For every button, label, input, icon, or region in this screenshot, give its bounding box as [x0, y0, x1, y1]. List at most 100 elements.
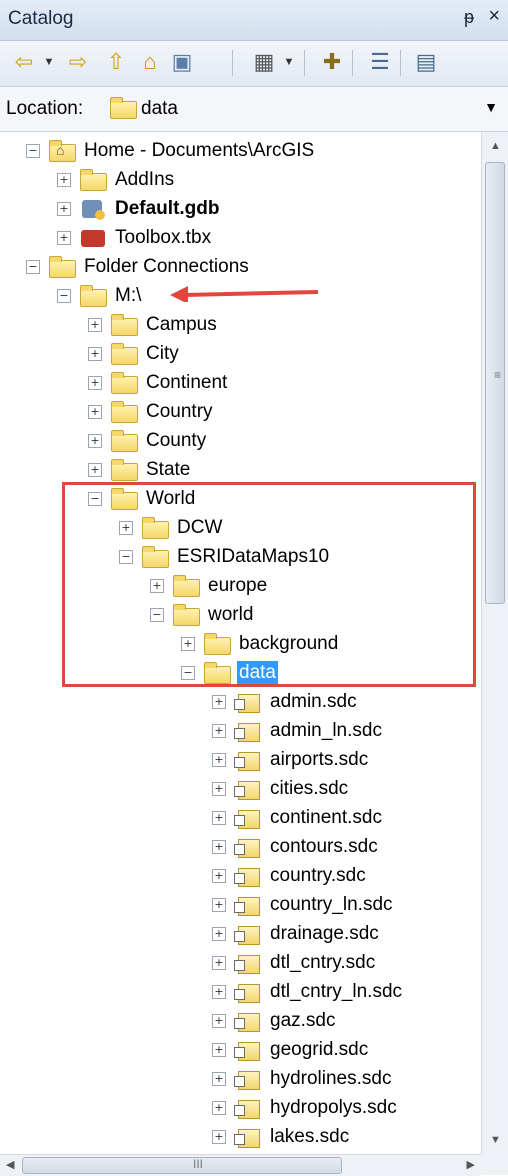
- expand-icon[interactable]: +: [57, 201, 71, 216]
- tree-node[interactable]: − M:\: [57, 281, 143, 310]
- forward-icon[interactable]: ⇨: [64, 48, 92, 76]
- expand-icon[interactable]: +: [212, 926, 226, 941]
- tree-view-icon[interactable]: ☰: [366, 48, 394, 76]
- tree-node[interactable]: + City: [88, 339, 181, 368]
- tree-node[interactable]: + Continent: [88, 368, 229, 397]
- tree-node[interactable]: + AddIns: [57, 165, 176, 194]
- expand-icon[interactable]: +: [88, 346, 102, 361]
- up-one-level-icon[interactable]: ⇧: [102, 48, 130, 76]
- tree-node-label[interactable]: Country: [144, 400, 215, 424]
- tree-node-label[interactable]: cities.sdc: [268, 777, 350, 801]
- tree-node[interactable]: + continent.sdc: [212, 803, 384, 832]
- tree-node-label[interactable]: country_ln.sdc: [268, 893, 395, 917]
- tree-node-label[interactable]: Campus: [144, 313, 219, 337]
- tree-node[interactable]: + drainage.sdc: [212, 919, 381, 948]
- chevron-down-icon[interactable]: ▼: [484, 99, 498, 115]
- expand-icon[interactable]: +: [212, 752, 226, 767]
- location-combobox[interactable]: data ▼: [107, 93, 502, 124]
- horizontal-scroll-thumb[interactable]: III: [22, 1157, 342, 1174]
- back-icon[interactable]: ⇦: [10, 48, 38, 76]
- close-icon[interactable]: ×: [488, 5, 500, 28]
- expand-icon[interactable]: +: [212, 781, 226, 796]
- vertical-scrollbar[interactable]: ▲ ≡ ▼: [481, 132, 508, 1154]
- tree-node-label[interactable]: City: [144, 342, 181, 366]
- expand-icon[interactable]: +: [57, 230, 71, 245]
- collapse-icon[interactable]: −: [26, 259, 40, 274]
- home-icon[interactable]: ⌂: [136, 48, 164, 76]
- scroll-down-icon[interactable]: ▼: [490, 1134, 501, 1146]
- tree-node-label[interactable]: Home - Documents\ArcGIS: [82, 139, 316, 163]
- tree-node[interactable]: + Country: [88, 397, 215, 426]
- tree-node[interactable]: + geogrid.sdc: [212, 1035, 370, 1064]
- tree-node-label[interactable]: Default.gdb: [113, 197, 222, 221]
- tree-node[interactable]: + hydrolines.sdc: [212, 1064, 393, 1093]
- scroll-left-icon[interactable]: ◀: [6, 1158, 14, 1171]
- expand-icon[interactable]: +: [212, 1013, 226, 1028]
- tree-node-label[interactable]: drainage.sdc: [268, 922, 381, 946]
- tree-node-label[interactable]: lakes.sdc: [268, 1125, 351, 1149]
- expand-icon[interactable]: +: [212, 984, 226, 999]
- tree-node[interactable]: + hydropolys.sdc: [212, 1093, 399, 1122]
- expand-icon[interactable]: +: [212, 897, 226, 912]
- expand-icon[interactable]: +: [212, 868, 226, 883]
- tree-node[interactable]: + Toolbox.tbx: [57, 223, 213, 252]
- tree-node-label[interactable]: hydropolys.sdc: [268, 1096, 399, 1120]
- tree-node[interactable]: − Folder Connections: [26, 252, 251, 281]
- expand-icon[interactable]: +: [88, 375, 102, 390]
- tree-node[interactable]: + State: [88, 455, 192, 484]
- tree-node-label[interactable]: Toolbox.tbx: [113, 226, 213, 250]
- vertical-scroll-thumb[interactable]: ≡: [485, 162, 505, 604]
- tree-node-label[interactable]: dtl_cntry_ln.sdc: [268, 980, 404, 1004]
- expand-icon[interactable]: +: [212, 839, 226, 854]
- tree-node-label[interactable]: contours.sdc: [268, 835, 380, 859]
- horizontal-scrollbar[interactable]: ◀ III ▶: [0, 1154, 481, 1176]
- tree-node[interactable]: + admin.sdc: [212, 687, 359, 716]
- tree-node[interactable]: + contours.sdc: [212, 832, 380, 861]
- tree-node-label[interactable]: gaz.sdc: [268, 1009, 337, 1033]
- tree-node[interactable]: + admin_ln.sdc: [212, 716, 384, 745]
- tree-node-label[interactable]: State: [144, 458, 192, 482]
- options-icon[interactable]: ▤: [412, 48, 440, 76]
- expand-icon[interactable]: +: [212, 955, 226, 970]
- tree-node-label[interactable]: country.sdc: [268, 864, 368, 888]
- expand-icon[interactable]: +: [212, 723, 226, 738]
- tree-node[interactable]: + country.sdc: [212, 861, 368, 890]
- scroll-right-icon[interactable]: ▶: [467, 1158, 475, 1171]
- expand-icon[interactable]: +: [212, 694, 226, 709]
- tree-node[interactable]: + dtl_cntry.sdc: [212, 948, 377, 977]
- tree-node-label[interactable]: hydrolines.sdc: [268, 1067, 393, 1091]
- tree-node[interactable]: + Default.gdb: [57, 194, 222, 223]
- tree-node-label[interactable]: admin_ln.sdc: [268, 719, 384, 743]
- views-icon[interactable]: ▦: [250, 48, 278, 76]
- tree-node[interactable]: + airports.sdc: [212, 745, 370, 774]
- expand-icon[interactable]: +: [212, 1129, 226, 1144]
- expand-icon[interactable]: +: [212, 810, 226, 825]
- tree-node[interactable]: + County: [88, 426, 208, 455]
- expand-icon[interactable]: +: [88, 433, 102, 448]
- connect-folder-icon[interactable]: ▣: [168, 48, 196, 76]
- collapse-icon[interactable]: −: [26, 143, 40, 158]
- tree-node[interactable]: − Home - Documents\ArcGIS: [26, 136, 316, 165]
- tree-node[interactable]: + country_ln.sdc: [212, 890, 395, 919]
- tree-node-label[interactable]: M:\: [113, 284, 143, 308]
- tree-node-label[interactable]: airports.sdc: [268, 748, 370, 772]
- expand-icon[interactable]: +: [212, 1071, 226, 1086]
- tree-node-label[interactable]: geogrid.sdc: [268, 1038, 370, 1062]
- views-dropdown-icon[interactable]: ▼: [282, 48, 296, 76]
- tree-node[interactable]: + dtl_cntry_ln.sdc: [212, 977, 404, 1006]
- expand-icon[interactable]: +: [88, 317, 102, 332]
- tree-node-label[interactable]: Continent: [144, 371, 229, 395]
- expand-icon[interactable]: +: [57, 172, 71, 187]
- expand-icon[interactable]: +: [88, 404, 102, 419]
- tree-node[interactable]: + cities.sdc: [212, 774, 350, 803]
- scroll-up-icon[interactable]: ▲: [490, 140, 501, 152]
- expand-icon[interactable]: +: [212, 1100, 226, 1115]
- pin-icon[interactable]: ᵽ: [464, 7, 474, 28]
- expand-icon[interactable]: +: [212, 1042, 226, 1057]
- collapse-icon[interactable]: −: [57, 288, 71, 303]
- tree-node-label[interactable]: Folder Connections: [82, 255, 251, 279]
- tree-node-label[interactable]: continent.sdc: [268, 806, 384, 830]
- back-dropdown-icon[interactable]: ▼: [42, 48, 56, 76]
- tree-node[interactable]: + lakes.sdc: [212, 1122, 351, 1151]
- new-item-icon[interactable]: ✚: [318, 48, 346, 76]
